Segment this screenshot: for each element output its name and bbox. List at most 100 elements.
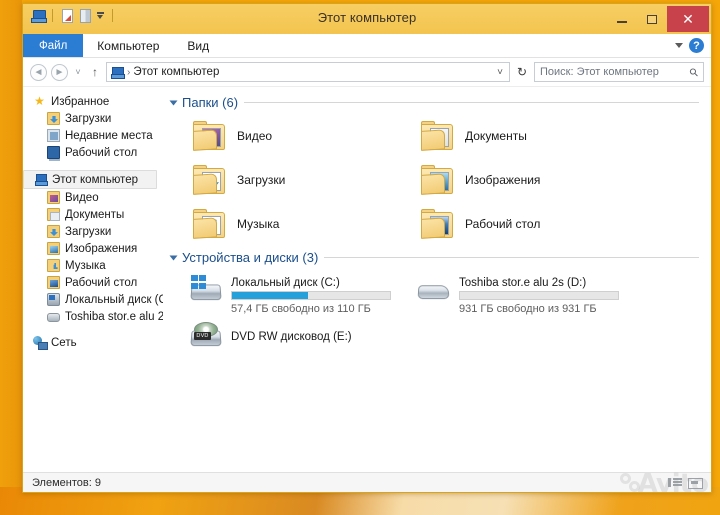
drive-free-space: 57,4 ГБ свободно из 110 ГБ [231,303,371,315]
drive-item-dvd-rw[interactable]: DVD DVD RW дисковод (E:) [171,315,399,361]
folders-grid[interactable]: Видео Документы Загрузки Изображения Муз… [171,114,711,246]
explorer-body: ★ Избранное Загрузки Недавние места Рабо… [23,86,711,472]
sidebar-item-this-pc[interactable]: Этот компьютер [23,170,157,189]
videos-folder-icon [47,191,60,204]
search-icon[interactable]: ⚲ [687,65,701,79]
large-icons-view-button[interactable] [688,477,703,489]
up-button[interactable]: ↑ [88,65,102,79]
folder-label: Документы [465,129,527,143]
folder-item-downloads[interactable]: Загрузки [171,158,399,202]
drive-item-toshiba[interactable]: Toshiba stor.e alu 2s (D:) 931 ГБ свобод… [399,269,639,315]
group-header-folders[interactable]: Папки (6) [169,95,711,110]
help-icon[interactable]: ? [689,38,704,53]
recent-places-icon [47,129,60,142]
pictures-folder-icon [47,242,60,255]
drive-name: Toshiba stor.e alu 2s (D:) [459,277,587,289]
sidebar-item-toshiba-drive[interactable]: Toshiba stor.e alu 2s [23,308,163,325]
content-pane[interactable]: Папки (6) Видео Документы Загрузки Изобр… [163,87,711,472]
sidebar-item-local-disk-c[interactable]: Локальный диск (C [23,291,163,308]
music-folder-icon [47,259,60,272]
sidebar-item-label: Загрузки [65,225,112,238]
sidebar-item-videos[interactable]: Видео [23,189,163,206]
group-rule [324,257,699,258]
dvd-label: DVD [194,332,211,340]
sidebar-item-label: Локальный диск (C [65,293,163,306]
group-header-devices[interactable]: Устройства и диски (3) [169,250,711,265]
view-mode-buttons[interactable] [668,477,703,489]
recent-locations-button[interactable]: ˅ [72,67,84,77]
window-controls[interactable]: ✕ [607,4,711,34]
status-bar: Элементов: 9 [23,472,711,492]
folder-item-music[interactable]: Музыка [171,202,399,246]
tab-computer[interactable]: Компьютер [83,34,173,57]
breadcrumb[interactable]: Этот компьютер [133,66,219,78]
sidebar-item-label: Избранное [51,95,110,108]
music-folder-icon [193,209,227,239]
refresh-button[interactable]: ↻ [514,65,530,79]
capacity-bar-fill [232,292,308,299]
windows-system-drive-icon [189,275,223,305]
tab-view[interactable]: Вид [173,34,223,57]
maximize-button[interactable] [637,6,667,32]
back-button[interactable]: ◄ [30,63,47,81]
forward-button[interactable]: ► [51,63,68,81]
tab-file[interactable]: Файл [23,34,84,57]
folder-label: Загрузки [237,173,286,187]
breadcrumb-separator: › [127,66,131,78]
group-label: Папки (6) [182,95,239,110]
folder-item-pictures[interactable]: Изображения [399,158,627,202]
folder-item-desktop[interactable]: Рабочий стол [399,202,627,246]
ribbon-tab-bar[interactable]: Файл Компьютер Вид ? [23,34,711,58]
drive-item-local-disk-c[interactable]: Локальный диск (C:) 57,4 ГБ свободно из … [171,269,399,315]
pictures-folder-icon [421,165,455,195]
sidebar-item-desktop[interactable]: Рабочий стол [23,144,163,161]
sidebar-item-downloads[interactable]: Загрузки [23,110,163,127]
address-input[interactable]: › Этот компьютер ˅ [106,62,510,82]
sidebar-item-label: Изображения [65,242,138,255]
drive-free-space: 931 ГБ свободно из 931 ГБ [459,303,597,315]
drive-name: DVD RW дисковод (E:) [231,331,352,343]
close-button[interactable]: ✕ [667,6,709,32]
group-rule [244,102,699,103]
chevron-down-icon[interactable] [675,43,683,48]
folder-item-documents[interactable]: Документы [399,114,627,158]
collapse-triangle-icon[interactable] [169,255,178,260]
minimize-button[interactable] [607,6,637,32]
collapse-triangle-icon[interactable] [169,100,178,105]
ribbon-right-controls[interactable]: ? [675,34,711,57]
search-input[interactable]: Поиск: Этот компьютер ⚲ [534,62,704,82]
address-dropdown-icon[interactable]: ˅ [497,67,505,78]
folder-item-videos[interactable]: Видео [171,114,399,158]
sidebar-item-favorites[interactable]: ★ Избранное [23,93,163,110]
external-drive-icon [417,275,451,305]
hard-drive-icon [47,293,60,306]
details-view-button[interactable] [668,477,682,489]
desktop-folder-icon [47,276,60,289]
this-pc-icon [34,173,48,186]
address-bar-row[interactable]: ◄ ► ˅ ↑ › Этот компьютер ˅ ↻ Поиск: Этот… [23,58,711,86]
sidebar-item-network[interactable]: Сеть [23,334,163,351]
title-bar[interactable]: Этот компьютер ✕ [23,4,711,34]
sidebar-item-recent-places[interactable]: Недавние места [23,127,163,144]
documents-folder-icon [47,208,60,221]
sidebar-item-desktop-2[interactable]: Рабочий стол [23,274,163,291]
star-icon: ★ [34,94,45,108]
folder-label: Рабочий стол [465,217,541,231]
documents-folder-icon [421,121,455,151]
sidebar-item-music[interactable]: Музыка [23,257,163,274]
sidebar-item-label: Рабочий стол [65,276,138,289]
capacity-bar [459,291,619,300]
navigation-pane[interactable]: ★ Избранное Загрузки Недавние места Рабо… [23,87,163,472]
search-placeholder: Поиск: Этот компьютер [540,66,659,78]
address-this-pc-icon [111,66,125,79]
folder-label: Изображения [465,173,541,187]
sidebar-item-pictures[interactable]: Изображения [23,240,163,257]
sidebar-item-label: Документы [65,208,125,221]
sidebar-item-downloads-2[interactable]: Загрузки [23,223,163,240]
sidebar-item-label: Недавние места [65,129,153,142]
network-icon [33,336,48,350]
drives-grid[interactable]: Локальный диск (C:) 57,4 ГБ свободно из … [171,269,711,361]
sidebar-item-documents[interactable]: Документы [23,206,163,223]
